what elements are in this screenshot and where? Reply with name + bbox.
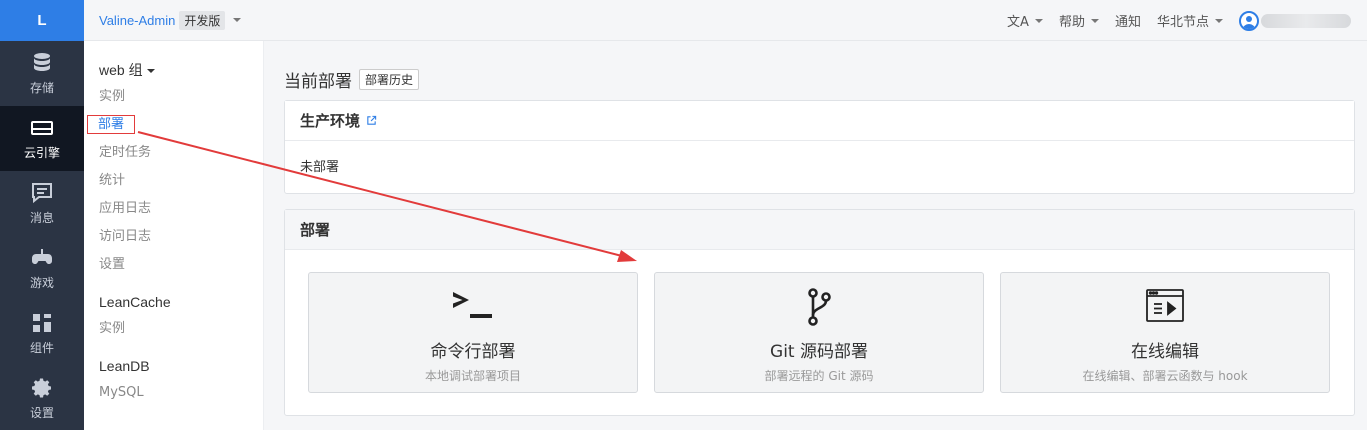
- deploy-panel-header: 部署: [285, 210, 1354, 250]
- subnav-item-label: 设置: [99, 257, 126, 272]
- region-label: 华北节点: [1156, 15, 1209, 30]
- subnav-item-label: 部署: [87, 115, 136, 134]
- deploy-history-button[interactable]: 部署历史: [359, 69, 420, 90]
- subnav-item-label: 统计: [99, 173, 126, 188]
- rail-item-label: 设置: [29, 406, 54, 420]
- rail-item-message[interactable]: 消息: [0, 171, 84, 236]
- app-logo[interactable]: L: [0, 0, 84, 41]
- subnav-group-leandb[interactable]: LeanDB: [84, 353, 263, 379]
- card-title: Git 源码部署: [770, 342, 868, 362]
- message-icon: [32, 183, 52, 204]
- production-title: 生产环境: [300, 112, 361, 130]
- card-description: 本地调试部署项目: [424, 369, 521, 383]
- rail-item-settings[interactable]: 设置: [0, 366, 84, 430]
- subnav-item-label: 访问日志: [99, 229, 152, 244]
- external-link-icon[interactable]: [366, 115, 377, 126]
- top-bar: Valine-Admin 开发版 文A 帮助 通知 华北节点: [84, 0, 1367, 41]
- main-content: 当前部署 部署历史 生产环境 未部署 部署 命令行部署 本地调试部署项目 Git…: [264, 41, 1367, 430]
- production-panel: 生产环境 未部署: [284, 100, 1355, 194]
- terminal-icon: [453, 292, 492, 318]
- subnav-item-label: MySQL: [99, 385, 144, 400]
- database-icon: [34, 53, 50, 71]
- deploy-panel: 部署 命令行部署 本地调试部署项目 Git 源码部署 部署远程的 Git 源码: [284, 209, 1355, 416]
- chevron-down-icon: [1034, 18, 1043, 23]
- help-label: 帮助: [1058, 15, 1085, 30]
- subnav-item-label: 应用日志: [99, 201, 152, 216]
- subnav-item-label: 定时任务: [99, 145, 152, 160]
- subnav-group-leancache[interactable]: LeanCache: [84, 289, 263, 315]
- app-rail: L 存储 云引擎 消息 游戏 组件 设置: [0, 0, 84, 430]
- subnav-item-instances[interactable]: 实例: [84, 83, 263, 111]
- production-panel-header: 生产环境: [285, 101, 1354, 141]
- deploy-title: 部署: [300, 221, 331, 239]
- engine-subnav: web 组 实例 部署 定时任务 统计 应用日志 访问日志 设置 LeanCac…: [84, 41, 264, 430]
- subnav-item-settings[interactable]: 设置: [84, 251, 263, 279]
- edition-badge: 开发版: [179, 10, 226, 30]
- subnav-item-stats[interactable]: 统计: [84, 167, 263, 195]
- subnav-group-web[interactable]: web 组: [84, 57, 263, 83]
- subnav-item-label: 实例: [99, 89, 126, 104]
- git-branch-icon: [808, 288, 831, 326]
- subnav-item-access-logs[interactable]: 访问日志: [84, 223, 263, 251]
- subnav-item-app-logs[interactable]: 应用日志: [84, 195, 263, 223]
- page-header: 当前部署 部署历史: [284, 67, 420, 92]
- subnav-item-cron[interactable]: 定时任务: [84, 139, 263, 167]
- card-title: 在线编辑: [1131, 342, 1199, 362]
- chevron-down-icon: [1090, 18, 1099, 23]
- cli-deploy-card[interactable]: 命令行部署 本地调试部署项目: [308, 272, 638, 393]
- translate-icon: 文A: [1007, 15, 1029, 30]
- card-title: 命令行部署: [430, 342, 516, 362]
- subnav-item-cache-instances[interactable]: 实例: [84, 315, 263, 343]
- language-menu[interactable]: 文A: [1007, 11, 1043, 30]
- help-menu[interactable]: 帮助: [1059, 11, 1099, 30]
- top-right-menu: 文A 帮助 通知 华北节点: [1007, 0, 1367, 41]
- rail-item-label: 存储: [29, 81, 54, 95]
- rail-item-storage[interactable]: 存储: [0, 41, 84, 106]
- production-status: 未部署: [300, 160, 340, 175]
- app-name-link[interactable]: Valine-Admin: [99, 13, 175, 28]
- username-redacted[interactable]: [1261, 13, 1351, 28]
- app-switch-caret-icon[interactable]: [233, 18, 242, 22]
- rail-item-label: 组件: [29, 341, 54, 355]
- subnav-item-label: 实例: [99, 321, 126, 336]
- editor-icon: [1146, 289, 1184, 322]
- rail-item-game[interactable]: 游戏: [0, 236, 84, 301]
- rail-item-label: 游戏: [29, 276, 54, 290]
- subnav-item-mysql[interactable]: MySQL: [84, 379, 263, 407]
- rail-item-label: 消息: [29, 211, 54, 225]
- git-deploy-card[interactable]: Git 源码部署 部署远程的 Git 源码: [654, 272, 984, 393]
- online-editor-card[interactable]: 在线编辑 在线编辑、部署云函数与 hook: [1000, 272, 1330, 393]
- subnav-item-deploy[interactable]: 部署: [84, 111, 263, 139]
- subnav-group-label: web 组: [99, 62, 143, 78]
- card-description: 在线编辑、部署云函数与 hook: [1082, 369, 1248, 383]
- components-icon: [33, 314, 51, 332]
- page-title: 当前部署: [284, 72, 352, 92]
- gamepad-icon: [32, 249, 52, 264]
- card-description: 部署远程的 Git 源码: [764, 369, 874, 383]
- chevron-down-icon: [1215, 18, 1223, 23]
- chevron-down-icon: [146, 69, 155, 74]
- rail-item-engine[interactable]: 云引擎: [0, 106, 84, 171]
- region-menu[interactable]: 华北节点: [1157, 11, 1223, 30]
- gear-icon: [32, 378, 51, 398]
- rail-item-components[interactable]: 组件: [0, 301, 84, 366]
- deploy-options: 命令行部署 本地调试部署项目 Git 源码部署 部署远程的 Git 源码 在线编…: [285, 250, 1354, 415]
- server-icon: [31, 121, 53, 135]
- notify-link[interactable]: 通知: [1115, 11, 1141, 30]
- rail-item-label: 云引擎: [23, 146, 60, 160]
- user-avatar-icon[interactable]: [1239, 10, 1259, 31]
